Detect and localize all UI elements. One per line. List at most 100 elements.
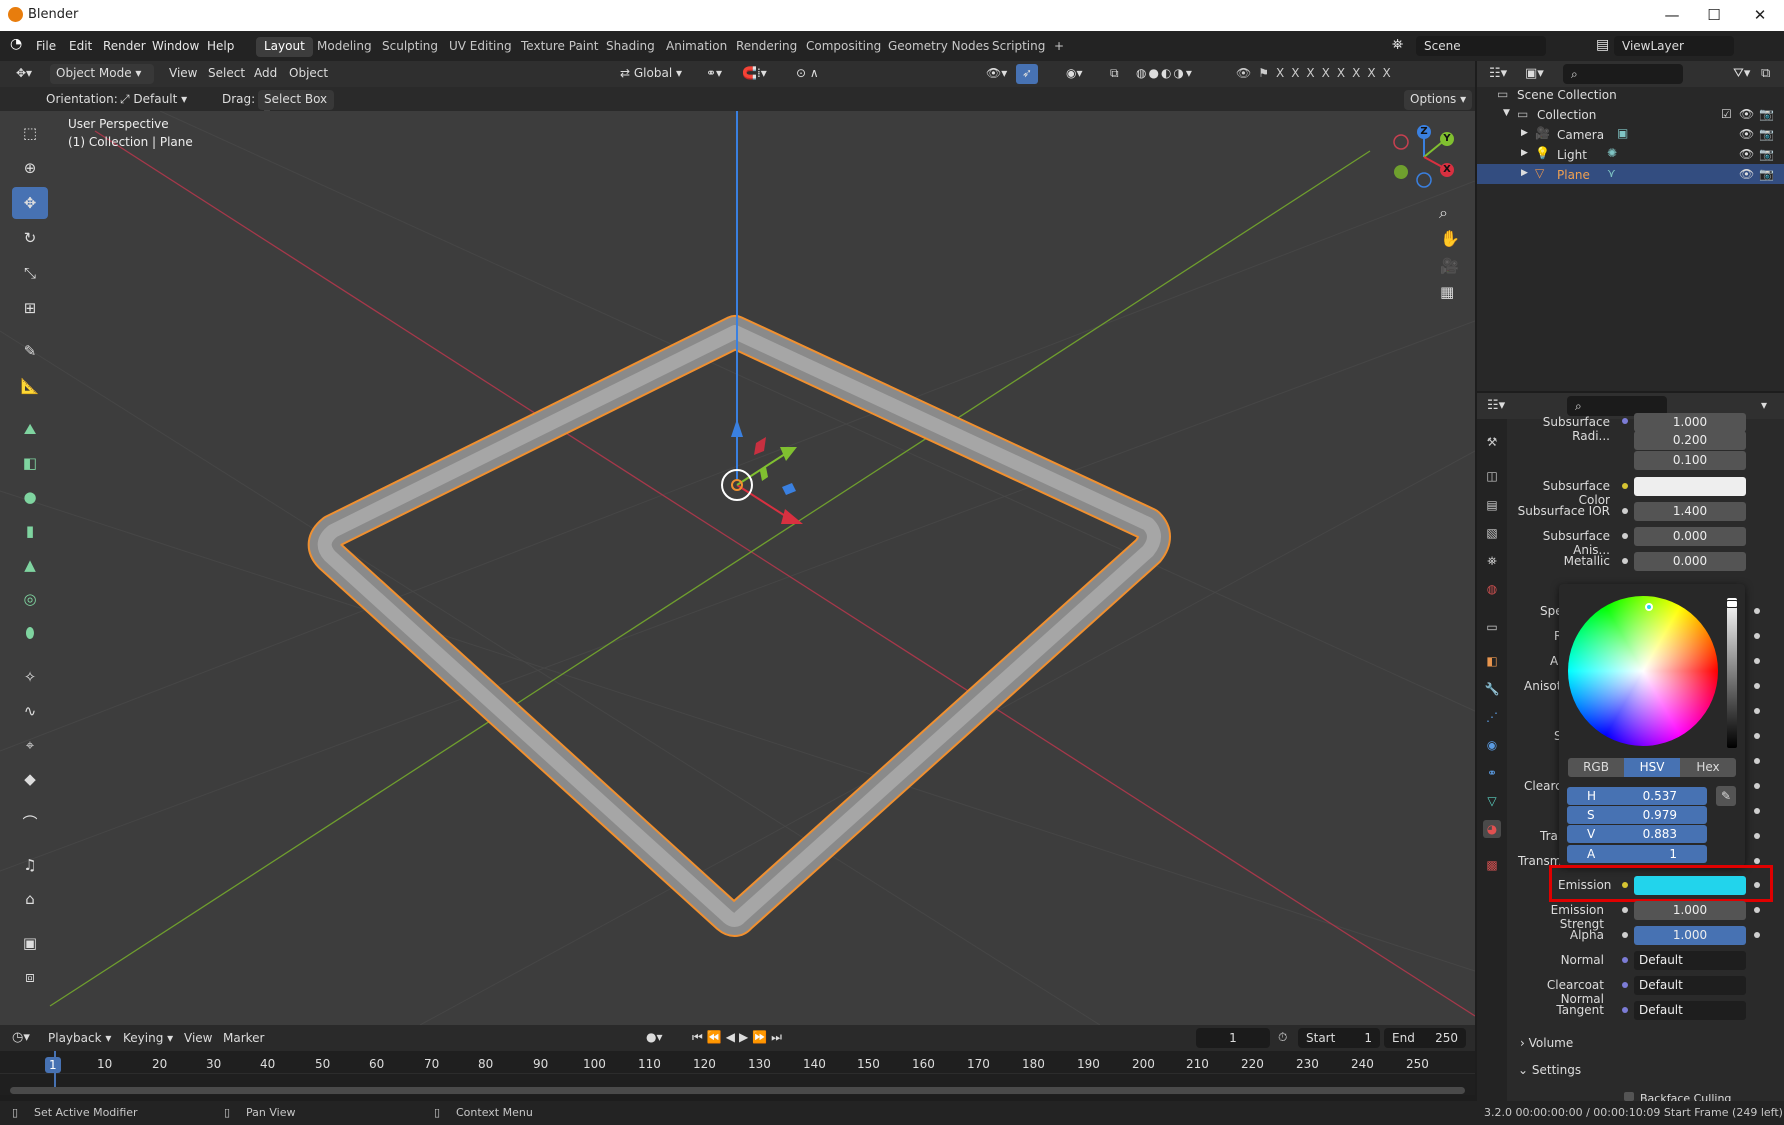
preview-range-icon[interactable]: ⏱ <box>1278 1030 1287 1045</box>
backface-culling-checkbox[interactable] <box>1624 1092 1634 1101</box>
light-render-icon[interactable]: 📷 <box>1759 147 1774 161</box>
add-plane-tool-icon[interactable]: ⛰ <box>12 413 48 445</box>
collection-tab-icon[interactable]: ▭ <box>1483 618 1501 636</box>
camera-render-icon[interactable]: 📷 <box>1759 127 1774 141</box>
texture-tab-icon[interactable]: ▩ <box>1483 856 1501 874</box>
hue-field[interactable]: H 0.537 <box>1567 787 1707 805</box>
collection-checkbox[interactable]: ☑ <box>1721 107 1732 121</box>
tab-texture-paint[interactable]: Texture Paint <box>513 37 606 57</box>
menu-file[interactable]: File <box>36 39 56 53</box>
plane-mesh-icon[interactable]: ⋎ <box>1607 166 1616 180</box>
menu-window[interactable]: Window <box>152 39 199 53</box>
socket-dot[interactable] <box>1754 683 1760 689</box>
value-field[interactable]: V 0.883 <box>1567 825 1707 843</box>
properties-editor-icon[interactable]: ☷▾ <box>1487 398 1505 413</box>
socket-dot[interactable] <box>1622 508 1628 514</box>
outliner-row-scene-collection[interactable]: ▭ Scene Collection <box>1477 84 1784 104</box>
add-torus-tool-icon[interactable]: ◎ <box>12 583 48 615</box>
camera-eye-icon[interactable]: 👁 <box>1739 127 1754 141</box>
scale-tool-icon[interactable]: ⤡ <box>12 257 48 289</box>
expand-arrow-icon[interactable]: ▶ <box>1521 128 1528 138</box>
collection-render-icon[interactable]: 📷 <box>1759 107 1774 121</box>
socket-dot[interactable] <box>1754 783 1760 789</box>
scene-selector[interactable]: Scene <box>1416 36 1546 56</box>
socket-dot[interactable] <box>1754 858 1760 864</box>
visibility-icon[interactable]: 👁▾ <box>980 64 1013 84</box>
socket-dot[interactable] <box>1754 658 1760 664</box>
add-capsule-tool-icon[interactable]: ⬮ <box>12 617 48 649</box>
menu-render[interactable]: Render <box>103 39 146 53</box>
socket-dot[interactable] <box>1622 558 1628 564</box>
socket-dot[interactable] <box>1622 982 1628 988</box>
outliner-row-collection[interactable]: ▼ ▭ Collection ☑ 👁 📷 <box>1477 104 1784 124</box>
subsurface-radius-z[interactable]: 0.100 <box>1634 451 1746 470</box>
tab-modeling[interactable]: Modeling <box>309 37 380 57</box>
material-tab-icon[interactable]: ◕ <box>1483 820 1501 838</box>
color-mode-hex[interactable]: Hex <box>1680 758 1736 777</box>
data-tab-icon[interactable]: ▽ <box>1483 792 1501 810</box>
socket-dot[interactable] <box>1622 418 1628 424</box>
gizmo-x[interactable]: X <box>1440 163 1454 177</box>
options-dropdown[interactable]: Options ▾ <box>1404 90 1473 110</box>
move-tool-icon[interactable]: ✥ <box>12 187 48 219</box>
add-curve-tool-icon[interactable]: ∿ <box>12 695 48 727</box>
playback-controls-icons[interactable]: ⏮⏪◀▶⏩⏭ <box>692 1030 786 1045</box>
add-image-tool-icon[interactable]: ▣ <box>12 927 48 959</box>
add-speaker-tool-icon[interactable]: ♫ <box>12 849 48 881</box>
view-layer-selector[interactable]: ViewLayer <box>1614 36 1734 56</box>
plane-render-icon[interactable]: 📷 <box>1759 167 1774 181</box>
add-cube-tool-icon[interactable]: ◧ <box>12 447 48 479</box>
snap-icon[interactable]: 🧲⁞▾ <box>736 64 773 84</box>
outliner-row-camera[interactable]: ▶ 🎥 Camera ▣ 👁 📷 <box>1477 124 1784 144</box>
new-collection-icon[interactable]: ⧉ <box>1761 66 1770 81</box>
end-frame-field[interactable]: End 250 <box>1384 1028 1466 1048</box>
settings-panel-header[interactable]: ⌄ Settings <box>1518 1063 1581 1077</box>
playhead-frame[interactable]: 1 <box>45 1057 61 1073</box>
timeline-view-menu[interactable]: View <box>184 1031 212 1045</box>
start-frame-field[interactable]: Start 1 <box>1298 1028 1380 1048</box>
tab-sculpting[interactable]: Sculpting <box>374 37 446 57</box>
keying-menu[interactable]: Keying ▾ <box>123 1031 173 1045</box>
emission-strength-field[interactable]: 1.000 <box>1634 901 1746 920</box>
shading-mode-icons[interactable]: ◍●◐◑▾ <box>1130 64 1200 84</box>
tab-geometry-nodes[interactable]: Geometry Nodes <box>880 37 997 57</box>
socket-dot[interactable] <box>1754 708 1760 714</box>
plane-eye-icon[interactable]: 👁 <box>1739 167 1754 181</box>
playback-menu[interactable]: Playback ▾ <box>48 1031 111 1045</box>
orientation-selector[interactable]: ⤢ Default ▾ <box>114 90 193 110</box>
subsurface-radius-x[interactable]: 1.000 <box>1634 413 1746 432</box>
maximize-button[interactable]: ☐ <box>1696 4 1732 26</box>
outliner-editor-icon[interactable]: ☷▾ <box>1489 66 1507 81</box>
menu-add[interactable]: Add <box>248 64 283 84</box>
render-tab-icon[interactable]: ◫ <box>1483 467 1501 485</box>
timeline-editor-icon[interactable]: ◷▾ <box>12 1030 30 1045</box>
alpha-channel-field[interactable]: A1 <box>1567 845 1707 863</box>
scene-tab-icon[interactable]: ⛯ <box>1483 552 1501 570</box>
color-mode-rgb[interactable]: RGB <box>1568 758 1624 777</box>
add-cone-tool-icon[interactable]: ▲ <box>12 549 48 581</box>
add-workspace-button[interactable]: + <box>1046 37 1072 57</box>
expand-arrow-icon[interactable]: ▼ <box>1503 108 1510 118</box>
pan-hand-icon[interactable]: ✋ <box>1440 229 1460 248</box>
particles-tab-icon[interactable]: ⋰ <box>1483 708 1501 726</box>
menu-select[interactable]: Select <box>202 64 251 84</box>
menu-object[interactable]: Object <box>283 64 334 84</box>
socket-dot[interactable] <box>1622 483 1628 489</box>
socket-dot[interactable] <box>1622 932 1628 938</box>
drag-selector[interactable]: Select Box ▾ <box>258 90 334 120</box>
socket-dot[interactable] <box>1754 907 1760 913</box>
gizmo-toggle-icon[interactable]: ➶ <box>1016 64 1039 84</box>
close-button[interactable]: ✕ <box>1742 4 1778 26</box>
proportional-edit-icon[interactable]: ⊙ ∧ <box>790 64 825 84</box>
outliner-row-light[interactable]: ▶ 💡 Light ✺ 👁 📷 <box>1477 144 1784 164</box>
socket-dot[interactable] <box>1622 882 1628 888</box>
constraints-tab-icon[interactable]: ⚭ <box>1483 764 1501 782</box>
metallic-field[interactable]: 0.000 <box>1634 552 1746 571</box>
socket-dot[interactable] <box>1622 907 1628 913</box>
add-rainbow-tool-icon[interactable]: ⌒ <box>12 807 48 839</box>
restrict-toggle-icons[interactable]: 👁⚑ⅩⅩⅩⅩⅩⅩⅩⅩ <box>1230 64 1404 84</box>
tangent-field[interactable]: Default <box>1634 1001 1746 1020</box>
saturation-field[interactable]: S 0.979 <box>1567 806 1707 824</box>
ortho-grid-icon[interactable]: ▦ <box>1440 283 1454 301</box>
camera-data-icon[interactable]: ▣ <box>1617 126 1628 140</box>
